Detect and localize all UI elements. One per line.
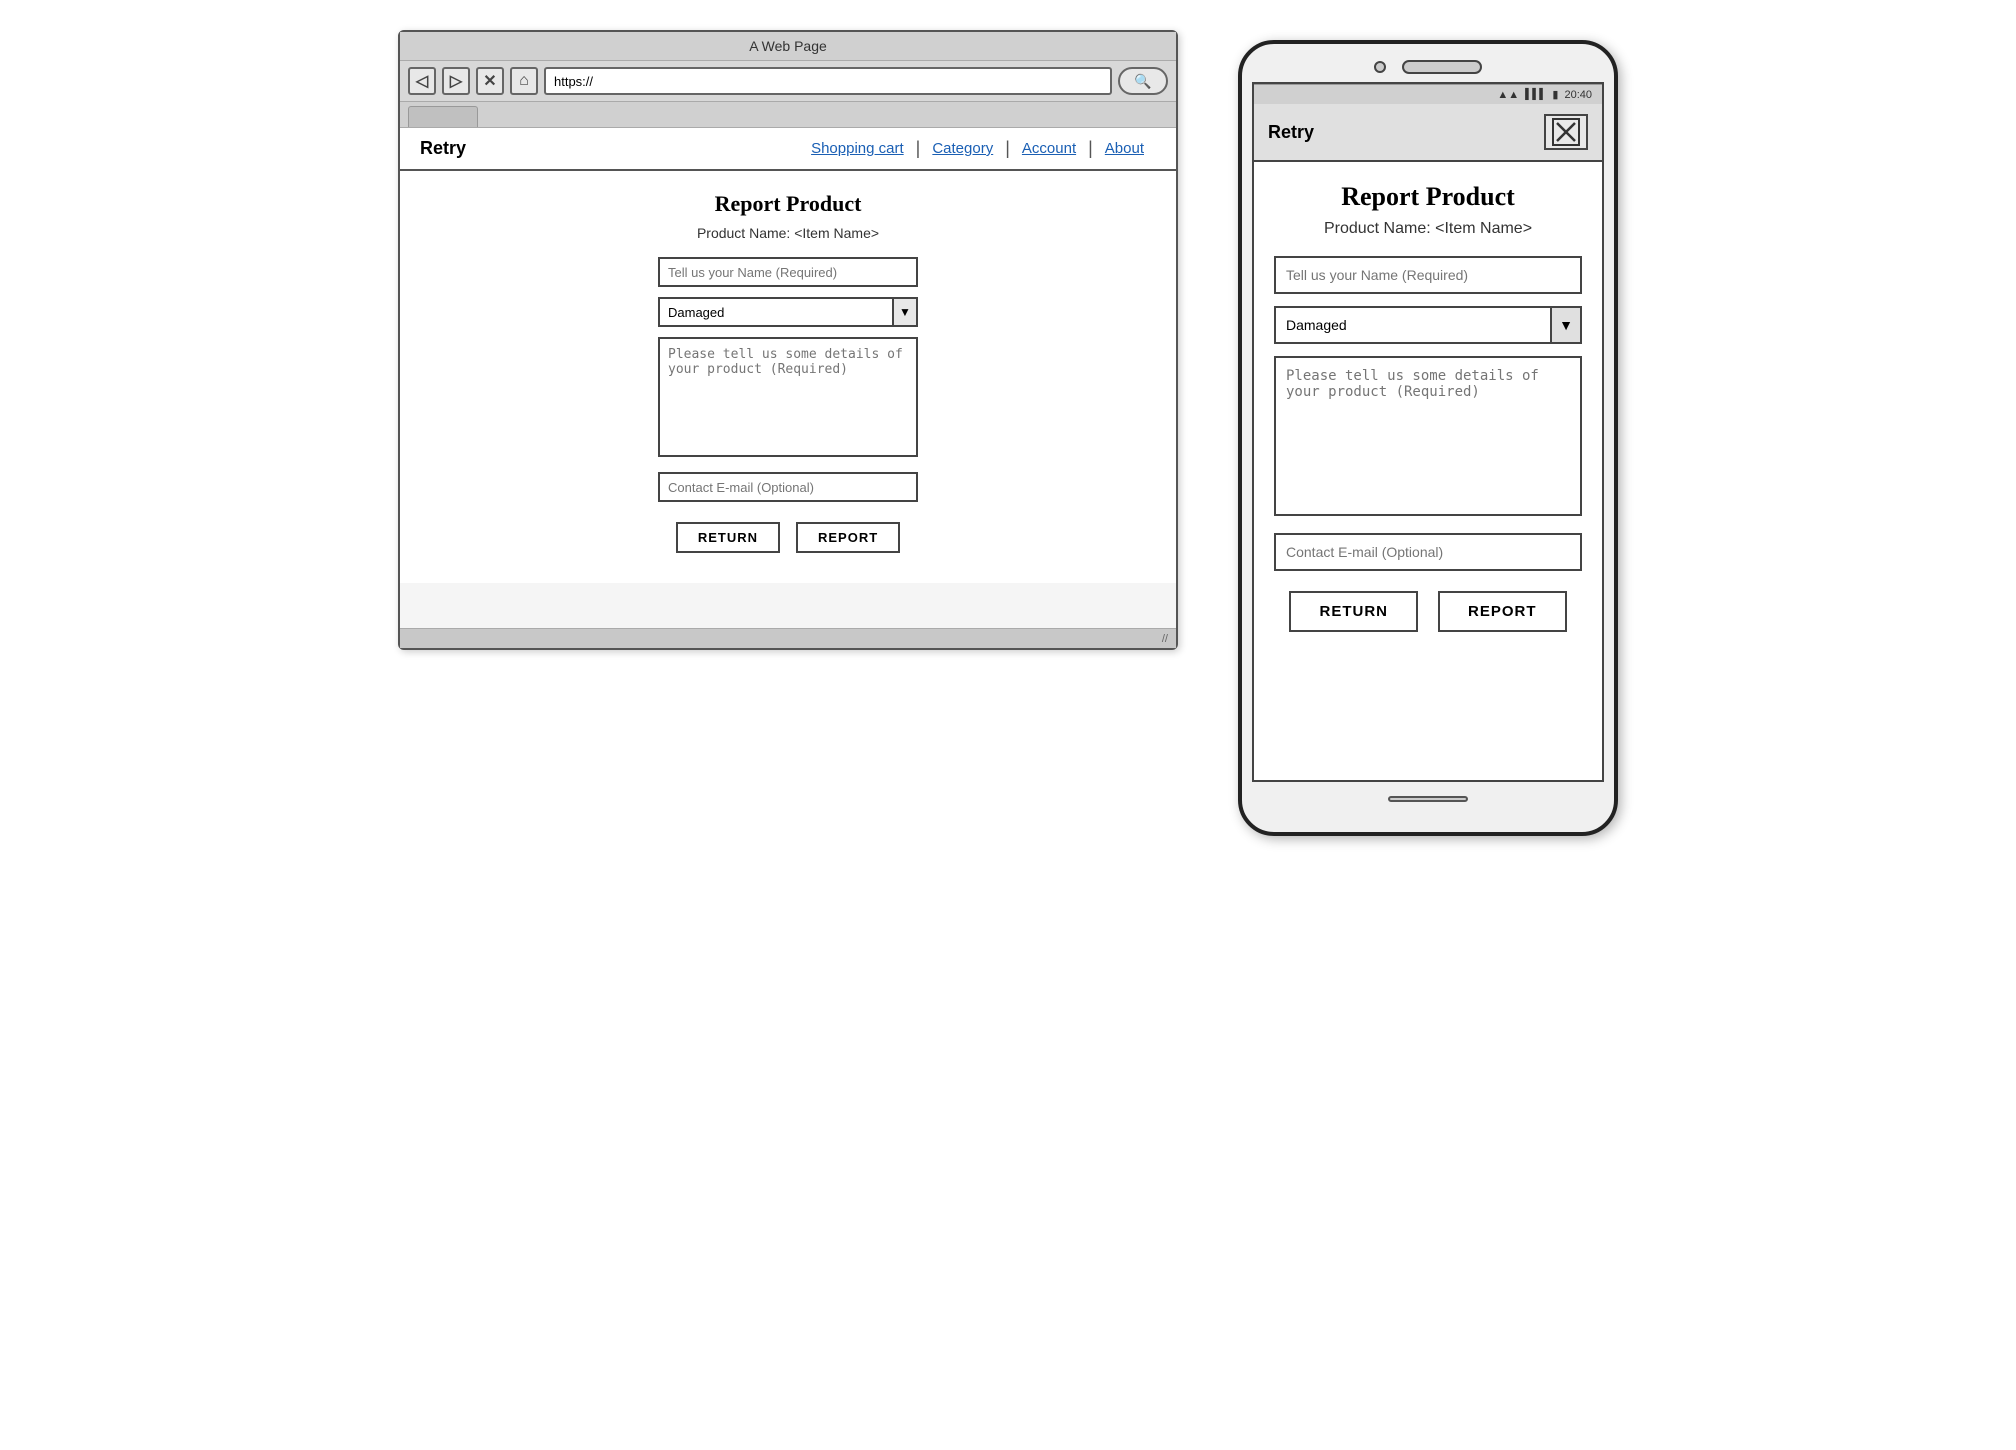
home-button[interactable]: ⌂	[510, 67, 538, 95]
phone-return-button[interactable]: RETURN	[1289, 591, 1418, 632]
time-display: 20:40	[1564, 89, 1592, 101]
site-nav-links: Shopping cart | Category | Account | Abo…	[799, 138, 1156, 159]
phone-form-buttons: RETURN REPORT	[1274, 591, 1582, 632]
browser-mockup: A Web Page ◁ ▷ ✕ ⌂ 🔍 Retry	[398, 30, 1178, 650]
browser-footer: //	[400, 628, 1176, 648]
email-input[interactable]	[658, 472, 918, 502]
category-field-group: Damaged Wrong Item Missing Parts Other ▼	[658, 297, 918, 327]
tab-label	[423, 110, 463, 124]
report-form: Report Product Product Name: <Item Name>…	[430, 191, 1146, 553]
battery-icon: ▮	[1552, 88, 1558, 101]
phone-speaker	[1402, 60, 1482, 74]
nav-link-about[interactable]: About	[1093, 140, 1156, 157]
back-button[interactable]: ◁	[408, 67, 436, 95]
phone-report-button[interactable]: REPORT	[1438, 591, 1567, 632]
form-buttons: RETURN REPORT	[676, 522, 900, 553]
category-select[interactable]: Damaged Wrong Item Missing Parts Other	[660, 301, 892, 324]
resize-handle-icon: //	[1162, 633, 1168, 645]
browser-titlebar: A Web Page	[400, 32, 1176, 61]
email-field-group	[658, 472, 918, 502]
phone-page-title: Report Product	[1274, 182, 1582, 212]
phone-select-arrow-icon: ▼	[1550, 308, 1580, 342]
phone-close-button[interactable]	[1544, 114, 1588, 150]
category-select-wrapper: Damaged Wrong Item Missing Parts Other ▼	[658, 297, 918, 327]
phone-navbar: Retry	[1254, 104, 1602, 162]
signal-icon: ▌▌▌	[1525, 89, 1546, 100]
name-field-group	[658, 257, 918, 287]
site-navbar: Retry Shopping cart | Category | Account…	[400, 128, 1176, 171]
phone-screen: ▲▲ ▌▌▌ ▮ 20:40 Retry Report Product Prod…	[1252, 82, 1604, 782]
phone-content: Report Product Product Name: <Item Name>…	[1254, 162, 1602, 662]
search-button[interactable]: 🔍	[1118, 67, 1168, 95]
close-button[interactable]: ✕	[476, 67, 504, 95]
select-arrow-icon: ▼	[892, 299, 916, 325]
browser-title: A Web Page	[749, 38, 827, 54]
product-name-label: Product Name: <Item Name>	[697, 225, 879, 241]
wifi-icon: ▲▲	[1497, 89, 1519, 101]
phone-camera	[1374, 61, 1386, 73]
nav-link-category[interactable]: Category	[920, 140, 1005, 157]
site-logo: Retry	[420, 138, 466, 159]
back-icon: ◁	[416, 71, 428, 91]
url-bar[interactable]	[544, 67, 1112, 95]
phone-home-indicator	[1388, 796, 1468, 802]
phone-name-input[interactable]	[1274, 256, 1582, 294]
page-title: Report Product	[715, 191, 862, 217]
nav-link-account[interactable]: Account	[1010, 140, 1088, 157]
phone-email-input[interactable]	[1274, 533, 1582, 571]
search-icon: 🔍	[1134, 73, 1151, 90]
report-button[interactable]: REPORT	[796, 522, 900, 553]
name-input[interactable]	[658, 257, 918, 287]
phone-top-bar	[1252, 60, 1604, 74]
phone-category-select[interactable]: Damaged Wrong Item Missing Parts Other	[1276, 313, 1550, 337]
forward-button[interactable]: ▷	[442, 67, 470, 95]
forward-icon: ▷	[450, 71, 462, 91]
browser-toolbar: ◁ ▷ ✕ ⌂ 🔍	[400, 61, 1176, 102]
browser-content: Retry Shopping cart | Category | Account…	[400, 128, 1176, 628]
phone-product-name: Product Name: <Item Name>	[1274, 220, 1582, 238]
phone-select-wrapper: Damaged Wrong Item Missing Parts Other ▼	[1274, 306, 1582, 344]
browser-tab-bar	[400, 102, 1176, 128]
home-icon: ⌂	[519, 72, 529, 90]
phone-details-textarea[interactable]	[1274, 356, 1582, 516]
phone-mockup: ▲▲ ▌▌▌ ▮ 20:40 Retry Report Product Prod…	[1238, 40, 1618, 836]
return-button[interactable]: RETURN	[676, 522, 780, 553]
browser-tab[interactable]	[408, 106, 478, 127]
phone-home-bar	[1252, 796, 1604, 802]
phone-site-logo: Retry	[1268, 122, 1314, 143]
x-close-icon	[1552, 118, 1580, 146]
details-textarea[interactable]	[658, 337, 918, 457]
phone-status-bar: ▲▲ ▌▌▌ ▮ 20:40	[1254, 84, 1602, 104]
details-field-group	[658, 337, 918, 462]
site-content: Report Product Product Name: <Item Name>…	[400, 171, 1176, 583]
nav-link-shopping-cart[interactable]: Shopping cart	[799, 140, 916, 157]
close-icon: ✕	[483, 71, 496, 91]
